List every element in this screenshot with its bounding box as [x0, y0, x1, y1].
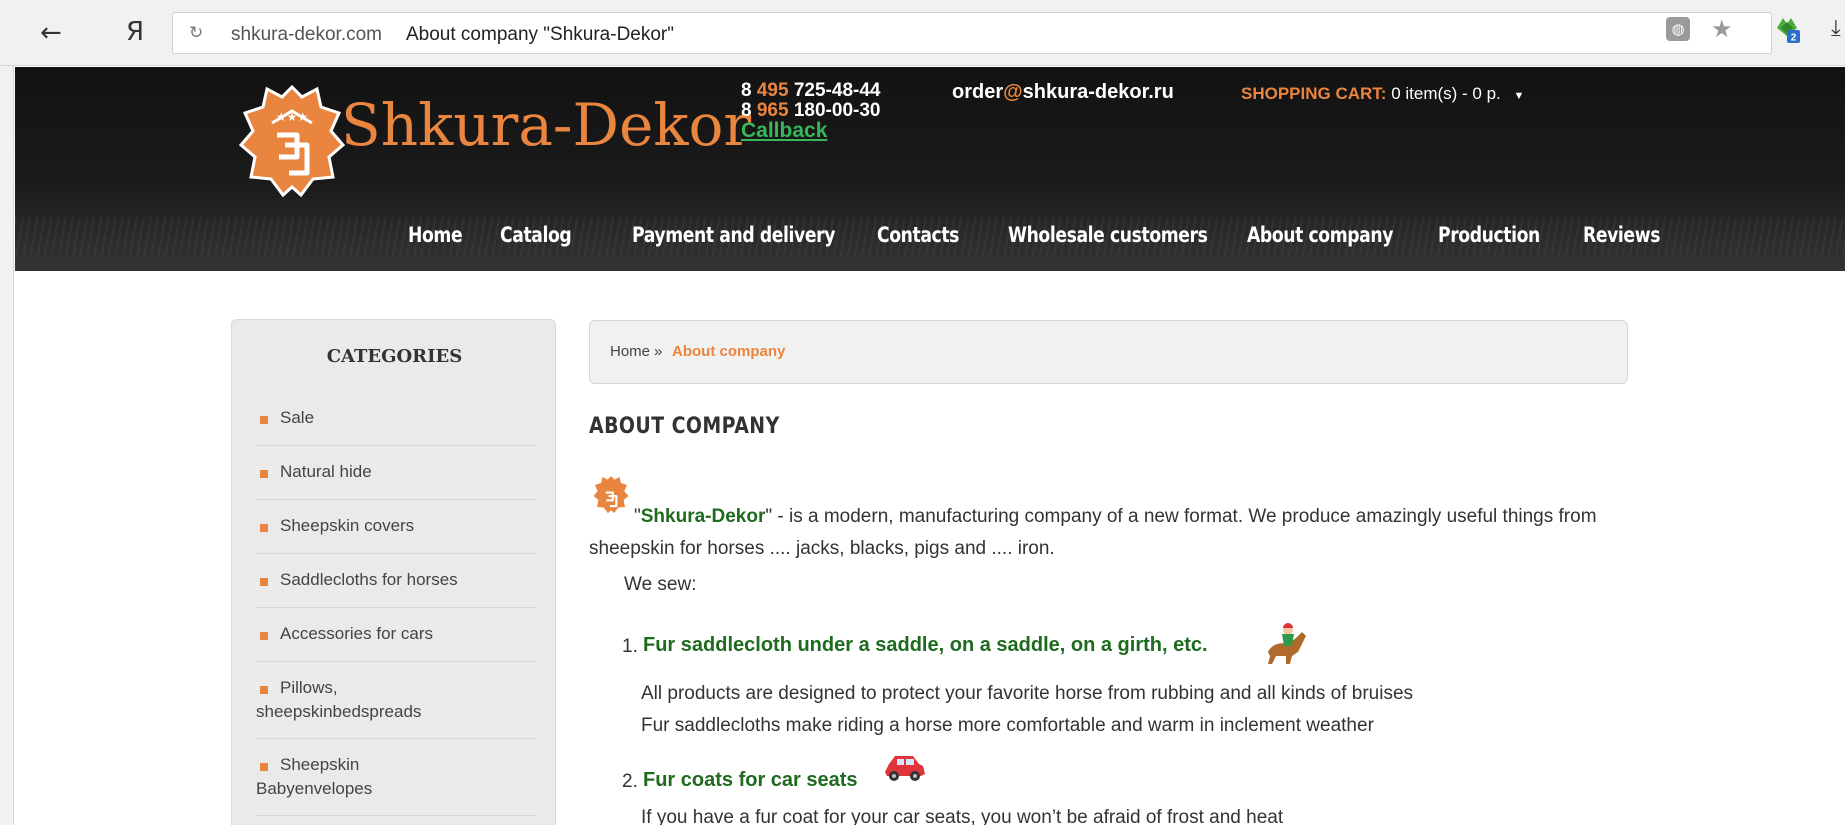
category-pillows[interactable]: Pillows, sheepskinbedspreads: [256, 662, 536, 739]
cart-value: 0 item(s) - 0 р.: [1391, 84, 1501, 103]
browser-toolbar: ← Я ↻ shkura-dekor.com About company "Sh…: [0, 0, 1845, 66]
phone-1-prefix: 8: [741, 80, 752, 101]
logo-text[interactable]: Shkura-Dekor: [341, 91, 751, 159]
extension-frog-icon[interactable]: 2: [1773, 14, 1801, 44]
list-desc-line: All products are designed to protect you…: [641, 683, 1414, 704]
breadcrumb-separator: »: [654, 343, 663, 360]
category-label: Saddlecloths for horses: [280, 570, 458, 589]
category-label: Pillows, sheepskinbedspreads: [256, 678, 422, 721]
email-link[interactable]: order@shkura-dekor.ru: [952, 81, 1174, 104]
extension-globe-icon[interactable]: ◍: [1666, 17, 1690, 41]
category-baby-envelopes[interactable]: Sheepskin Babyenvelopes: [256, 739, 536, 816]
address-bar[interactable]: ↻ shkura-dekor.com About company "Shkura…: [172, 12, 1772, 54]
email-user: order: [952, 81, 1004, 103]
reload-icon[interactable]: ↻: [189, 23, 203, 43]
extension-badge: 2: [1791, 33, 1797, 44]
svg-text:★★★: ★★★: [276, 110, 308, 124]
url-page-title: About company "Shkura-Dekor": [406, 24, 675, 45]
list-desc-line: If you have a fur coat for your car seat…: [641, 807, 1284, 825]
shopping-cart[interactable]: SHOPPING CART: 0 item(s) - 0 р. ▼: [1241, 84, 1524, 104]
email-at: @: [1003, 81, 1023, 103]
logo-leather-icon[interactable]: ★★★: [237, 83, 347, 201]
nav-catalog[interactable]: Catalog: [500, 223, 572, 247]
phone-2-code: 965: [756, 100, 789, 121]
callback-link[interactable]: Callback: [741, 120, 880, 141]
category-label: Accessories for cars: [280, 624, 434, 643]
categories-title: CATEGORIES: [326, 346, 463, 367]
phone-2[interactable]: 8 965 180-00-30: [741, 101, 880, 121]
back-arrow-icon[interactable]: ←: [40, 20, 62, 46]
intro-paragraph: "Shkura-Dekor" - is a modern, manufactur…: [589, 501, 1639, 565]
phone-2-prefix: 8: [741, 100, 752, 121]
category-sheepskin-covers[interactable]: Sheepskin covers: [256, 500, 536, 554]
breadcrumb-current[interactable]: About company: [672, 343, 785, 360]
nav-production[interactable]: Production: [1438, 223, 1540, 247]
nav-contacts[interactable]: Contacts: [877, 223, 959, 247]
nav-reviews[interactable]: Reviews: [1583, 223, 1660, 247]
list-desc-line: Fur saddlecloths make riding a horse mor…: [641, 715, 1374, 736]
categories-list: Sale Natural hide Sheepskin covers Saddl…: [256, 392, 536, 816]
caret-down-icon[interactable]: ▼: [1514, 90, 1525, 102]
url-domain: shkura-dekor.com: [231, 24, 383, 45]
list-number: 2.: [622, 771, 638, 792]
phone-block: 8 495 725-48-44 8 965 180-00-30 Callback: [741, 81, 880, 142]
breadcrumb-home[interactable]: Home: [610, 343, 650, 360]
bookmark-star-icon[interactable]: ★: [1711, 17, 1733, 41]
horse-rider-icon: [1268, 623, 1306, 664]
nav-home[interactable]: Home: [408, 223, 463, 247]
nav-payment-delivery[interactable]: Payment and delivery: [632, 223, 835, 247]
breadcrumb: Home » About company: [589, 320, 1628, 384]
email-domain: shkura-dekor.ru: [1022, 81, 1174, 103]
window-edge: [0, 66, 14, 825]
we-sew-text: We sew:: [624, 574, 697, 595]
category-natural-hide[interactable]: Natural hide: [256, 446, 536, 500]
category-saddlecloths[interactable]: Saddlecloths for horses: [256, 554, 536, 608]
site-header: ★★★ Shkura-Dekor 8 495 725-48-44 8 965 1…: [15, 67, 1845, 271]
cart-label: SHOPPING CART:: [1241, 84, 1387, 103]
phone-1[interactable]: 8 495 725-48-44: [741, 81, 880, 101]
intro-quote: ": [634, 506, 641, 527]
category-label: Natural hide: [280, 462, 372, 481]
list-heading-car-seats: Fur coats for car seats: [643, 769, 858, 791]
list-number: 1.: [622, 636, 638, 657]
phone-2-number: 180-00-30: [793, 100, 881, 121]
phone-1-number: 725-48-44: [793, 80, 881, 101]
nav-wholesale[interactable]: Wholesale customers: [1008, 223, 1208, 247]
category-sale[interactable]: Sale: [256, 392, 536, 446]
list-heading-saddlecloth: Fur saddlecloth under a saddle, on a sad…: [643, 634, 1208, 656]
category-label: Sheepskin covers: [280, 516, 415, 535]
intro-brand: Shkura-Dekor: [640, 506, 766, 527]
main-nav: Home Catalog Payment and delivery Contac…: [15, 215, 1845, 271]
phone-1-code: 495: [756, 80, 789, 101]
yandex-logo-icon[interactable]: Я: [126, 18, 144, 46]
categories-sidebar: CATEGORIES Sale Natural hide Sheepskin c…: [231, 319, 556, 825]
car-icon: [885, 756, 925, 781]
download-icon[interactable]: ⤓: [1831, 17, 1841, 41]
nav-about[interactable]: About company: [1247, 223, 1393, 247]
category-car-accessories[interactable]: Accessories for cars: [256, 608, 536, 662]
page-title: ABOUT COMPANY: [589, 414, 780, 439]
category-label: Sale: [280, 408, 315, 427]
category-label: Sheepskin Babyenvelopes: [256, 755, 373, 798]
